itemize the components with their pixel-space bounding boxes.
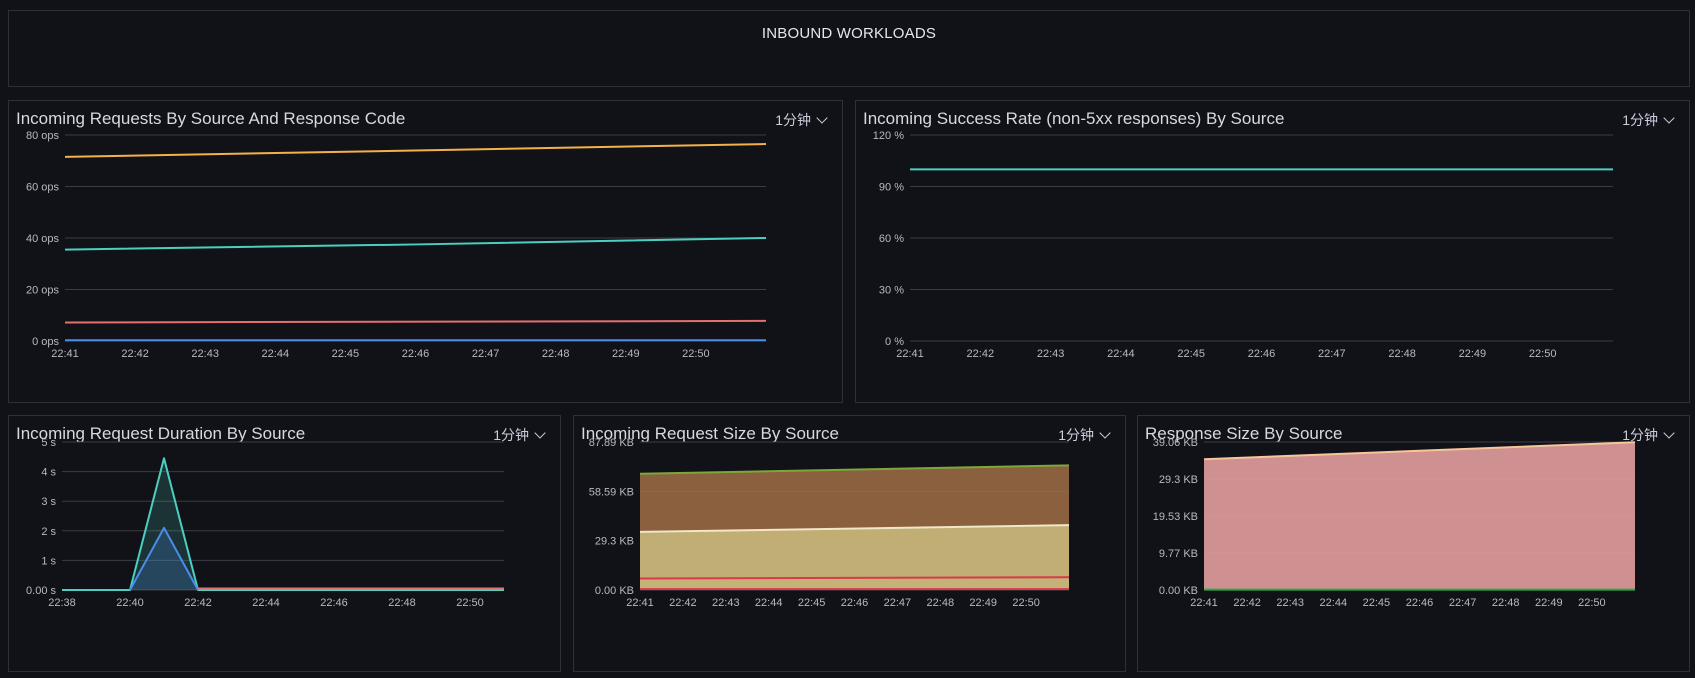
x-tick-label: 22:40 xyxy=(116,597,144,609)
chart-request-duration: 0.00 s 1 s 2 s 3 s 4 s 5 s 22:38 22:40 22:42 22:4… xyxy=(26,437,504,609)
y-tick-label: 90 % xyxy=(879,182,904,194)
y-tick-label: 0 ops xyxy=(32,336,59,348)
x-tick-label: 22:41 xyxy=(1190,597,1218,609)
series-line-1 xyxy=(64,237,767,251)
chart-request-size: 0.00 KB 29.3 KB 58.59 KB 87.89 KB 22:41 22:42… xyxy=(589,437,1070,609)
x-tick-label: 22:44 xyxy=(262,348,290,360)
x-tick-label: 22:50 xyxy=(1578,597,1606,609)
x-tick-label: 22:48 xyxy=(1492,597,1520,609)
y-tick-label: 19.53 KB xyxy=(1153,511,1198,523)
y-tick-label: 39.06 KB xyxy=(1153,437,1198,449)
x-tick-label: 22:42 xyxy=(121,348,149,360)
x-tick-label: 22:46 xyxy=(320,597,348,609)
x-tick-label: 22:46 xyxy=(841,597,869,609)
y-tick-label: 80 ops xyxy=(26,130,60,142)
x-tick-label: 22:49 xyxy=(969,597,997,609)
x-tick-label: 22:48 xyxy=(1388,348,1416,360)
x-tick-label: 22:43 xyxy=(1037,348,1065,360)
banner-panel: INBOUND WORKLOADS xyxy=(8,10,1690,87)
y-tick-label: 0 % xyxy=(885,336,904,348)
y-tick-label: 30 % xyxy=(879,285,904,297)
x-tick-label: 22:47 xyxy=(472,348,500,360)
series-line-2 xyxy=(64,319,767,324)
x-tick-label: 22:50 xyxy=(682,348,710,360)
y-tick-label: 40 ops xyxy=(26,233,60,245)
x-tick-label: 22:46 xyxy=(1406,597,1434,609)
y-tick-label: 0.00 KB xyxy=(1159,585,1198,597)
series-line-0 xyxy=(62,457,504,591)
y-tick-label: 2 s xyxy=(41,526,56,538)
y-tick-label: 0.00 KB xyxy=(595,585,634,597)
x-tick-label: 22:42 xyxy=(1233,597,1261,609)
x-tick-label: 22:47 xyxy=(1318,348,1346,360)
series-area-0 xyxy=(62,458,504,590)
x-tick-label: 22:49 xyxy=(1459,348,1487,360)
x-tick-label: 22:47 xyxy=(884,597,912,609)
x-tick-label: 22:42 xyxy=(669,597,697,609)
x-tick-label: 22:45 xyxy=(798,597,826,609)
x-tick-label: 22:50 xyxy=(1529,348,1557,360)
x-tick-label: 22:42 xyxy=(184,597,212,609)
x-tick-label: 22:42 xyxy=(967,348,995,360)
x-tick-label: 22:46 xyxy=(402,348,430,360)
x-tick-label: 22:43 xyxy=(712,597,740,609)
y-tick-label: 20 ops xyxy=(26,285,60,297)
chart-incoming-requests: 0 ops 20 ops 40 ops 60 ops 80 ops 22:41 22:42 2… xyxy=(26,130,767,360)
x-tick-label: 22:44 xyxy=(252,597,280,609)
x-tick-label: 22:41 xyxy=(51,348,79,360)
y-tick-label: 3 s xyxy=(41,496,56,508)
x-tick-label: 22:48 xyxy=(927,597,955,609)
y-tick-label: 60 % xyxy=(879,233,904,245)
y-tick-label: 29.3 KB xyxy=(595,536,634,548)
x-tick-label: 22:41 xyxy=(896,348,924,360)
x-tick-label: 22:47 xyxy=(1449,597,1477,609)
series-area-0 xyxy=(1204,442,1635,590)
x-tick-label: 22:45 xyxy=(1363,597,1391,609)
chart-success-rate: 0 % 30 % 60 % 90 % 120 % 22:41 22:42 22:43 22:44… xyxy=(873,130,1613,360)
x-tick-label: 22:41 xyxy=(626,597,654,609)
x-tick-label: 22:43 xyxy=(191,348,219,360)
y-tick-label: 1 s xyxy=(41,555,56,567)
panel-success-rate: Incoming Success Rate (non-5xx responses… xyxy=(855,100,1690,403)
x-tick-label: 22:48 xyxy=(388,597,416,609)
y-tick-label: 58.59 KB xyxy=(589,486,634,498)
panel-request-size: Incoming Request Size By Source 1分钟 0.00… xyxy=(573,415,1126,672)
x-tick-label: 22:50 xyxy=(1012,597,1040,609)
chart-response-size: 0.00 KB 9.77 KB 19.53 KB 29.3 KB 39.06 KB 22:… xyxy=(1153,437,1636,609)
series-line-2 xyxy=(639,576,1070,580)
panel-response-size: Response Size By Source 1分钟 0.00 KB 9.77 … xyxy=(1137,415,1690,672)
x-tick-label: 22:44 xyxy=(755,597,783,609)
x-tick-label: 22:46 xyxy=(1248,348,1276,360)
y-tick-label: 29.3 KB xyxy=(1159,474,1198,486)
y-tick-label: 60 ops xyxy=(26,182,60,194)
y-tick-label: 9.77 KB xyxy=(1159,548,1198,560)
series-line-0 xyxy=(64,143,767,158)
panel-incoming-requests: Incoming Requests By Source And Response… xyxy=(8,100,843,403)
x-tick-label: 22:48 xyxy=(542,348,570,360)
y-tick-label: 0.00 s xyxy=(26,585,56,597)
x-tick-label: 22:38 xyxy=(48,597,76,609)
x-tick-label: 22:44 xyxy=(1320,597,1348,609)
x-tick-label: 22:49 xyxy=(612,348,640,360)
y-tick-label: 4 s xyxy=(41,467,56,479)
x-tick-label: 22:45 xyxy=(1177,348,1205,360)
panel-request-duration: Incoming Request Duration By Source 1分钟 … xyxy=(8,415,561,672)
x-tick-label: 22:43 xyxy=(1276,597,1304,609)
x-tick-label: 22:50 xyxy=(456,597,484,609)
y-tick-label: 120 % xyxy=(873,130,904,142)
y-tick-label: 5 s xyxy=(41,437,56,449)
x-tick-label: 22:49 xyxy=(1535,597,1563,609)
y-tick-label: 87.89 KB xyxy=(589,437,634,449)
x-tick-label: 22:45 xyxy=(332,348,360,360)
x-tick-label: 22:44 xyxy=(1107,348,1135,360)
banner-title: INBOUND WORKLOADS xyxy=(761,25,937,42)
